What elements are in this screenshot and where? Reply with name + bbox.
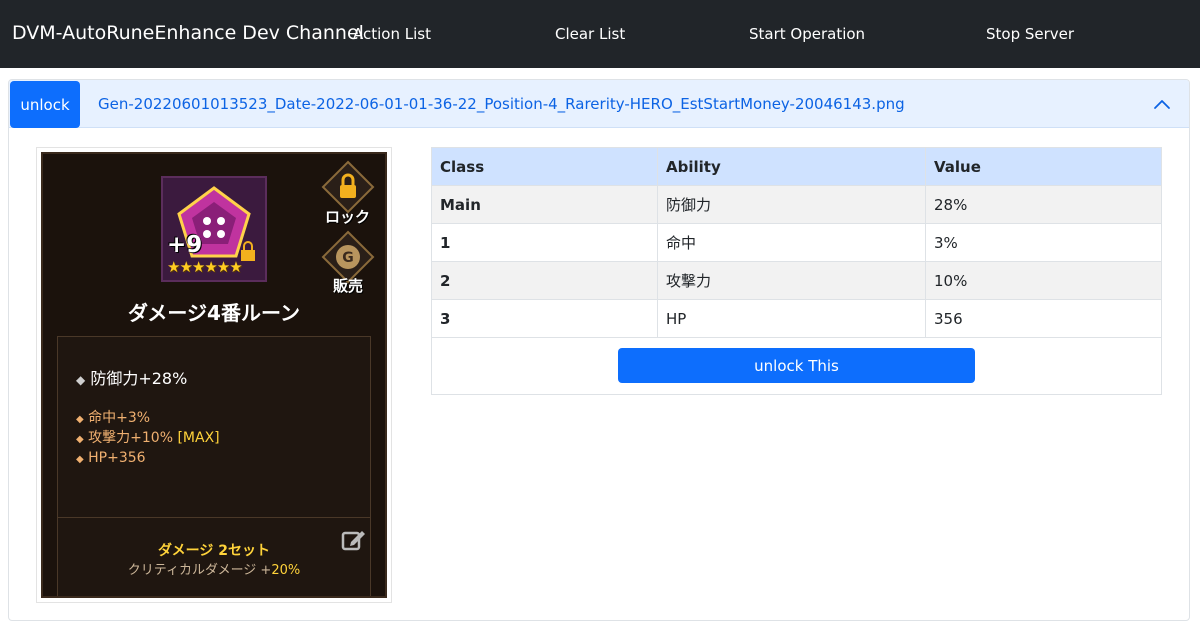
column-header-ability: Ability	[657, 147, 926, 186]
nav-link-clear-list[interactable]: Clear List	[555, 25, 625, 43]
lock-label: ロック	[325, 208, 371, 226]
rune-filename[interactable]: Gen-20220601013523_Date-2022-06-01-01-36…	[98, 95, 905, 113]
table-header-row: Class Ability Value	[431, 147, 1162, 186]
rune-stars: ★★★★★★	[167, 258, 243, 276]
diamond-bullet-icon: ◆	[76, 414, 84, 425]
cell-value: 28%	[925, 185, 1162, 224]
unlock-button[interactable]: unlock	[10, 81, 80, 128]
diamond-bullet-icon: ◆	[76, 434, 84, 445]
cell-class: 2	[431, 261, 658, 300]
cell-class: Main	[431, 185, 658, 224]
sell-label: 販売	[333, 277, 364, 295]
table-action-cell: unlock This	[431, 337, 1162, 395]
sub-stat-row: ◆ 命中+3%	[76, 410, 151, 426]
table-row: 2 攻撃力 10%	[431, 261, 1162, 300]
rune-screenshot: +9 ★★★★★★ ロック G 販売 ダメージ4番ルーン ◆ 防御力+28% ◆…	[36, 147, 392, 603]
nav-link-stop-server[interactable]: Stop Server	[986, 25, 1074, 43]
table-row: 3 HP 356	[431, 299, 1162, 338]
sub-stat-row: ◆ 攻撃力+10% [MAX]	[76, 430, 220, 446]
diamond-bullet-icon: ◆	[76, 454, 84, 465]
column-header-class: Class	[431, 147, 658, 186]
cell-ability: 命中	[657, 223, 926, 262]
rune-level: +9	[167, 232, 203, 258]
cell-ability: HP	[657, 299, 926, 338]
sub-stats: ◆ 命中+3% ◆ 攻撃力+10% [MAX] ◆ HP+356	[76, 409, 220, 469]
cell-class: 3	[431, 299, 658, 338]
navbar: DVM-AutoRuneEnhance Dev Channel Action L…	[0, 0, 1200, 68]
chevron-up-icon[interactable]	[1152, 95, 1172, 115]
rune-stat-panel: ◆ 防御力+28% ◆ 命中+3% ◆ 攻撃力+10% [MAX] ◆ HP+3…	[57, 336, 371, 596]
diamond-bullet-icon: ◆	[76, 373, 86, 387]
set-name: ダメージ 2セット	[158, 543, 270, 559]
sub-stat-row: ◆ HP+356	[76, 450, 146, 466]
rune-name: ダメージ4番ルーン	[128, 301, 300, 325]
accordion-header[interactable]: unlock Gen-20220601013523_Date-2022-06-0…	[9, 80, 1189, 128]
max-tag: [MAX]	[177, 430, 220, 446]
table-row: 1 命中 3%	[431, 223, 1162, 262]
main-stat: ◆ 防御力+28%	[76, 369, 188, 388]
cell-class: 1	[431, 223, 658, 262]
set-effect: クリティカルダメージ +20%	[127, 563, 301, 578]
rune-card: unlock Gen-20220601013523_Date-2022-06-0…	[8, 79, 1190, 621]
column-header-value: Value	[925, 147, 1162, 186]
cell-value: 10%	[925, 261, 1162, 300]
cell-ability: 防御力	[657, 185, 926, 224]
table-row: Main 防御力 28%	[431, 185, 1162, 224]
nav-link-action-list[interactable]: Action List	[353, 25, 431, 43]
svg-text:G: G	[342, 250, 354, 266]
rune-stat-table: Class Ability Value Main 防御力 28% 1 命中 3%…	[431, 147, 1162, 338]
nav-link-start-operation[interactable]: Start Operation	[749, 25, 865, 43]
cell-ability: 攻撃力	[657, 261, 926, 300]
unlock-this-button[interactable]: unlock This	[618, 348, 975, 383]
cell-value: 356	[925, 299, 1162, 338]
rune-screenshot-inner: +9 ★★★★★★ ロック G 販売 ダメージ4番ルーン ◆ 防御力+28% ◆…	[41, 152, 387, 598]
cell-value: 3%	[925, 223, 1162, 262]
set-divider	[58, 517, 370, 518]
navbar-brand[interactable]: DVM-AutoRuneEnhance Dev Channel	[12, 22, 364, 44]
